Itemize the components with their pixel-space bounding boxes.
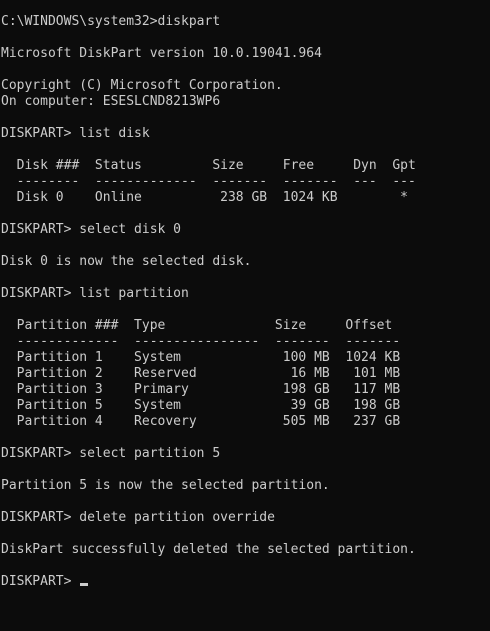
computer-line: On computer: ESESLCND8213WP6 xyxy=(1,94,221,109)
cmd-line-list-partition: DISKPART> list partition xyxy=(1,286,189,301)
copyright-line: Copyright (C) Microsoft Corporation. xyxy=(1,78,283,93)
output-line-disk-selected: Disk 0 is now the selected disk. xyxy=(1,254,252,269)
cmd-line-select-partition: DISKPART> select partition 5 xyxy=(1,446,221,461)
partition-table-row: Partition 2 Reserved 16 MB 101 MB xyxy=(1,366,401,381)
partition-table-separator: ------------- ---------------- ------- -… xyxy=(1,334,401,349)
current-prompt-line[interactable]: DISKPART> xyxy=(1,574,490,590)
prompt-text: DISKPART> xyxy=(1,574,80,589)
console-window[interactable]: C:\WINDOWS\system32>diskpart Microsoft D… xyxy=(0,0,490,631)
partition-table-header: Partition ### Type Size Offset xyxy=(1,318,393,333)
partition-table-row: Partition 4 Recovery 505 MB 237 GB xyxy=(1,414,401,429)
partition-table-row: Partition 3 Primary 198 GB 117 MB xyxy=(1,382,401,397)
cmd-line-diskpart: C:\WINDOWS\system32>diskpart xyxy=(1,14,221,29)
cmd-line-list-disk: DISKPART> list disk xyxy=(1,126,150,141)
output-line-partition-selected: Partition 5 is now the selected partitio… xyxy=(1,478,330,493)
partition-table-row: Partition 1 System 100 MB 1024 KB xyxy=(1,350,401,365)
disk-table-row: Disk 0 Online 238 GB 1024 KB * xyxy=(1,190,408,205)
version-line: Microsoft DiskPart version 10.0.19041.96… xyxy=(1,46,322,61)
disk-table-header: Disk ### Status Size Free Dyn Gpt xyxy=(1,158,416,173)
disk-table-separator: -------- ------------- ------- ------- -… xyxy=(1,174,416,189)
text-cursor xyxy=(80,583,89,586)
cmd-line-delete-partition: DISKPART> delete partition override xyxy=(1,510,275,525)
output-line-partition-deleted: DiskPart successfully deleted the select… xyxy=(1,542,416,557)
partition-table-row: Partition 5 System 39 GB 198 GB xyxy=(1,398,401,413)
cmd-line-select-disk: DISKPART> select disk 0 xyxy=(1,222,182,237)
